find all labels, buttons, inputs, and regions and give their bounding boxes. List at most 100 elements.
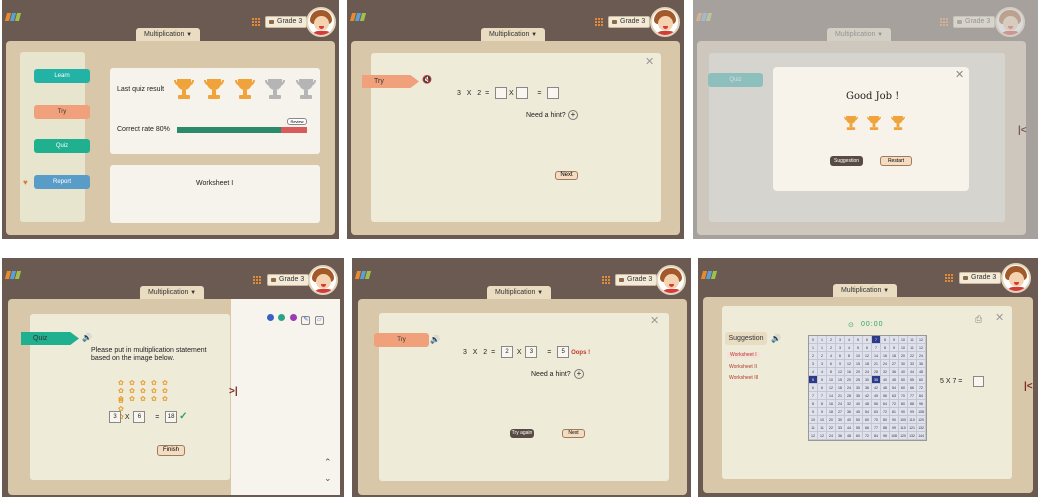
answer-input-2[interactable]: 3 — [525, 346, 538, 358]
table-cell: 54 — [890, 384, 899, 392]
hint-plus-icon[interactable]: + — [568, 110, 578, 120]
hint-plus-icon[interactable]: + — [574, 369, 584, 379]
next-button[interactable]: Next — [555, 171, 578, 180]
panel-good-job: Grade 3 Multiplication Quiz ✕ Good Job !… — [693, 0, 1038, 239]
answer-input-1[interactable]: 3 — [109, 411, 121, 424]
learn-button[interactable]: Learn — [34, 69, 90, 83]
table-cell: 5 — [854, 344, 863, 352]
table-cell: 3 — [836, 344, 845, 352]
table-cell: 90 — [890, 416, 899, 424]
table-cell: 36 — [863, 384, 872, 392]
answer-input-2[interactable] — [515, 87, 528, 99]
close-icon[interactable]: ✕ — [650, 316, 659, 327]
table-cell: 90 — [899, 408, 908, 416]
apps-grid-icon[interactable] — [252, 275, 261, 284]
finish-button[interactable]: Finish — [157, 445, 185, 456]
answer-input-1[interactable]: 2 — [501, 346, 513, 358]
report-button[interactable]: Report — [34, 175, 90, 189]
avatar[interactable] — [306, 7, 336, 37]
subject-dropdown[interactable]: Multiplication — [833, 284, 897, 297]
worksheet-item-1[interactable]: Worksheet I — [727, 352, 760, 358]
subject-dropdown[interactable]: Multiplication — [136, 28, 200, 41]
color-purple-swatch[interactable] — [289, 314, 297, 321]
answer-input-3[interactable]: 5 — [557, 346, 570, 358]
table-cell: 24 — [917, 352, 926, 360]
scroll-down-icon[interactable]: ⌄ — [324, 473, 332, 484]
next-button[interactable]: Next — [562, 429, 585, 438]
avatar[interactable] — [308, 265, 338, 295]
apps-grid-icon[interactable] — [594, 17, 603, 26]
print-icon[interactable]: ⎙ — [975, 314, 982, 325]
table-cell: 4 — [845, 344, 854, 352]
quiz-tag: Quiz — [21, 332, 79, 345]
table-cell: 72 — [881, 408, 890, 416]
worksheet-card[interactable] — [110, 165, 320, 223]
subject-dropdown[interactable]: Multiplication — [481, 28, 545, 41]
review-button[interactable]: Review — [287, 118, 307, 125]
answer-input-3[interactable]: 18 — [165, 411, 178, 424]
table-cell: 6 — [863, 344, 872, 352]
table-cell: 9 — [809, 408, 818, 416]
table-cell: 27 — [890, 360, 899, 368]
speaker-icon[interactable]: 🔊 — [771, 334, 781, 343]
apps-grid-icon[interactable] — [601, 275, 610, 284]
try-button[interactable]: Try — [34, 105, 90, 119]
table-cell: 48 — [845, 432, 854, 440]
avatar[interactable] — [656, 265, 686, 295]
star-icon: ✿ — [118, 396, 124, 403]
quiz-button[interactable]: Quiz — [34, 139, 90, 153]
apps-grid-icon[interactable] — [944, 273, 953, 282]
suggestion-button[interactable]: Suggestion — [830, 156, 863, 166]
collapse-left-icon[interactable]: |< — [1018, 125, 1027, 136]
speaker-icon[interactable]: 🔊 — [430, 335, 440, 344]
grade-selector[interactable]: Grade 3 — [959, 272, 1002, 284]
grade-selector[interactable]: Grade 3 — [608, 16, 651, 28]
table-cell: 12 — [863, 352, 872, 360]
eraser-icon[interactable]: ▱ — [314, 316, 324, 325]
table-cell: 7 — [818, 392, 827, 400]
apps-grid-icon[interactable] — [251, 17, 260, 26]
table-cell: 30 — [899, 360, 908, 368]
color-picker: ✎ ▱ — [267, 308, 324, 326]
speaker-muted-icon[interactable]: 🔇 — [422, 75, 432, 84]
worksheet-item-3[interactable]: Worksheet III — [729, 375, 758, 381]
table-cell: 81 — [890, 408, 899, 416]
color-green-swatch[interactable] — [278, 314, 286, 321]
answer-input-1[interactable] — [495, 87, 507, 99]
table-cell: 70 — [899, 392, 908, 400]
close-icon[interactable]: ✕ — [995, 313, 1004, 324]
avatar[interactable] — [1001, 263, 1031, 293]
close-icon[interactable]: ✕ — [955, 70, 964, 81]
table-cell: 144 — [917, 432, 926, 440]
app-logo — [354, 271, 372, 279]
subject-dropdown[interactable]: Multiplication — [140, 286, 204, 299]
color-blue-swatch[interactable] — [267, 314, 274, 321]
subject-dropdown[interactable]: Multiplication — [487, 286, 551, 299]
table-cell: 99 — [890, 424, 899, 432]
scroll-up-icon[interactable]: ⌃ — [324, 457, 332, 468]
panel-suggestion: Grade 3 Multiplication Suggestion 🔊 Work… — [698, 258, 1038, 497]
answer-input-3[interactable] — [547, 87, 560, 99]
table-cell: 10 — [899, 344, 908, 352]
table-cell: 72 — [863, 432, 872, 440]
table-cell: 88 — [908, 400, 917, 408]
grade-selector[interactable]: Grade 3 — [615, 274, 658, 286]
answer-input-2[interactable]: 6 — [133, 411, 146, 424]
grade-selector[interactable]: Grade 3 — [267, 274, 310, 286]
pencil-icon[interactable]: ✎ — [301, 316, 311, 325]
grade-selector[interactable]: Grade 3 — [265, 16, 308, 28]
table-cell: 3 — [809, 360, 818, 368]
collapse-panel-icon[interactable]: >| — [229, 386, 238, 397]
trophy-row — [844, 116, 910, 136]
collapse-left-icon[interactable]: |< — [1024, 381, 1033, 392]
try-again-button[interactable]: Try again — [510, 429, 534, 438]
close-icon[interactable]: ✕ — [645, 57, 654, 68]
table-cell: 8 — [827, 368, 836, 376]
restart-button[interactable]: Restart — [880, 156, 912, 166]
answer-input[interactable] — [973, 376, 984, 387]
worksheet-item-2[interactable]: Worksheet II — [729, 364, 757, 370]
avatar[interactable] — [650, 7, 680, 37]
table-cell: 32 — [881, 368, 890, 376]
speaker-icon[interactable]: 🔊 — [82, 333, 92, 342]
table-cell: X — [809, 336, 818, 344]
